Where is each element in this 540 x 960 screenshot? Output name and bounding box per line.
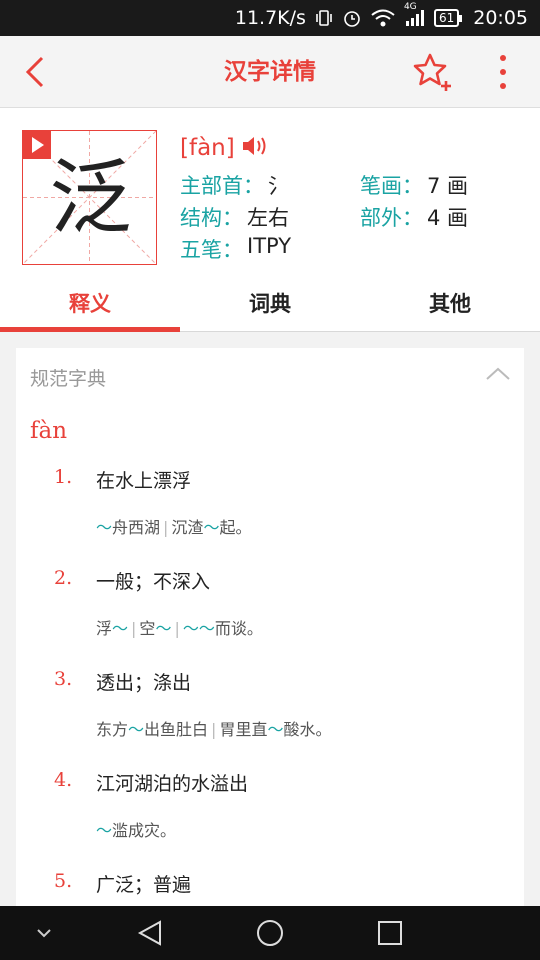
battery-icon: 61 — [433, 9, 463, 27]
strokes-field: 笔画： 7 画 — [360, 170, 468, 200]
system-nav-bar — [0, 906, 540, 960]
example-separator: | — [163, 518, 169, 537]
example-text: 胃里直 — [219, 720, 268, 739]
pinyin: [fàn] — [180, 135, 235, 161]
outer-strokes-field: 部外： 4 画 — [360, 202, 468, 232]
definition-number: 3. — [54, 668, 73, 690]
example-placeholder: ～ — [128, 720, 145, 739]
outer-strokes-label: 部外： — [360, 206, 423, 230]
tab-dictionary[interactable]: 词典 — [180, 284, 360, 331]
nav-recents-icon[interactable] — [376, 919, 404, 951]
network-speed: 11.7K/s — [234, 7, 306, 29]
example-separator: | — [131, 619, 137, 638]
wifi-icon — [370, 8, 396, 28]
example-placeholder: ～ — [203, 518, 220, 537]
more-menu-icon[interactable] — [488, 52, 518, 92]
tab-other[interactable]: 其他 — [360, 284, 540, 331]
character-info: 泛 [fàn] 主部首： 氵 笔画： 7 画 结构： 左右 部外： 4 画 五笔… — [0, 108, 540, 284]
radical-label: 主部首： — [180, 174, 264, 198]
signal-icon: 4G — [404, 2, 426, 28]
example-text: 出鱼肚白 — [144, 720, 209, 739]
definition-example: ～舟西湖 | 沉渣～起。 — [96, 514, 251, 538]
example-text: 浮 — [96, 619, 113, 638]
example-text: 东方 — [96, 720, 129, 739]
example-text: 滥成灾。 — [112, 821, 177, 840]
tab-definition[interactable]: 释义 — [0, 284, 180, 332]
structure-label: 结构： — [180, 206, 243, 230]
speaker-icon[interactable] — [241, 134, 269, 162]
network-type: 4G — [403, 2, 417, 12]
dictionary-card: 规范字典 fàn 1. 在水上漂浮 ～舟西湖 | 沉渣～起。 2. 一般；不深入 浮～ | 空～ |… — [16, 348, 524, 906]
example-text: 起。 — [219, 518, 252, 537]
definition-number: 2. — [54, 567, 73, 589]
pinyin-row: [fàn] — [180, 134, 269, 162]
radical-field: 主部首： 氵 — [180, 170, 289, 200]
definition-number: 4. — [54, 769, 73, 791]
definition-meaning: 江河湖泊的水溢出 — [96, 773, 249, 795]
clock: 20:05 — [473, 7, 528, 29]
play-stroke-icon[interactable] — [23, 131, 51, 159]
outer-strokes-value: 4 画 — [427, 206, 469, 230]
strokes-value: 7 画 — [427, 174, 469, 198]
example-text: 空 — [139, 619, 156, 638]
example-separator: | — [174, 619, 180, 638]
example-placeholder: ～ — [267, 720, 284, 739]
page-title: 汉字详情 — [224, 59, 316, 85]
chevron-up-icon[interactable] — [484, 364, 512, 384]
wubi-label: 五笔： — [180, 238, 243, 262]
definition-meaning: 一般；不深入 — [96, 571, 211, 593]
structure-field: 结构： 左右 — [180, 202, 289, 232]
example-text: 舟西湖 — [112, 518, 161, 537]
example-text: 酸水。 — [283, 720, 332, 739]
alarm-icon — [342, 8, 362, 28]
strokes-label: 笔画： — [360, 174, 423, 198]
entry-pinyin: fàn — [30, 418, 68, 444]
character-grid-box[interactable]: 泛 — [22, 130, 157, 265]
definition-number: 5. — [54, 870, 73, 892]
example-placeholder: ～ — [96, 518, 113, 537]
hide-keyboard-chevron-icon[interactable] — [34, 924, 54, 946]
dictionary-source: 规范字典 — [30, 368, 107, 390]
example-separator: | — [211, 720, 217, 739]
definition-example: ～滥成灾。 — [96, 817, 176, 841]
definition-example: 浮～ | 空～ | ～～而谈。 — [96, 615, 263, 639]
wubi-field: 五笔： ITPY — [180, 234, 291, 264]
tab-bar: 释义 词典 其他 — [0, 284, 540, 332]
example-text: 沉渣 — [171, 518, 204, 537]
definition-meaning: 广泛；普遍 — [96, 874, 192, 896]
example-placeholder: ～～ — [182, 619, 215, 638]
example-text: 而谈。 — [214, 619, 263, 638]
definition-meaning: 透出；涤出 — [96, 672, 192, 694]
definition-meaning: 在水上漂浮 — [96, 470, 192, 492]
nav-back-icon[interactable] — [136, 918, 166, 952]
radical-value: 氵 — [268, 174, 289, 198]
definition-number: 1. — [54, 466, 73, 488]
example-placeholder: ～ — [112, 619, 129, 638]
example-placeholder: ～ — [96, 821, 113, 840]
definition-content[interactable]: 规范字典 fàn 1. 在水上漂浮 ～舟西湖 | 沉渣～起。 2. 一般；不深入 浮～ | 空～ |… — [0, 332, 540, 906]
wubi-value: ITPY — [247, 234, 292, 258]
example-placeholder: ～ — [155, 619, 172, 638]
definition-example: 东方～出鱼肚白 | 胃里直～酸水。 — [96, 716, 331, 740]
nav-home-icon[interactable] — [255, 918, 285, 952]
structure-value: 左右 — [247, 206, 289, 230]
add-favorite-star-icon[interactable] — [410, 50, 454, 94]
status-bar: 11.7K/s 4G 61 20:05 — [0, 0, 540, 36]
vibrate-icon — [314, 8, 334, 28]
app-header: 汉字详情 — [0, 36, 540, 108]
